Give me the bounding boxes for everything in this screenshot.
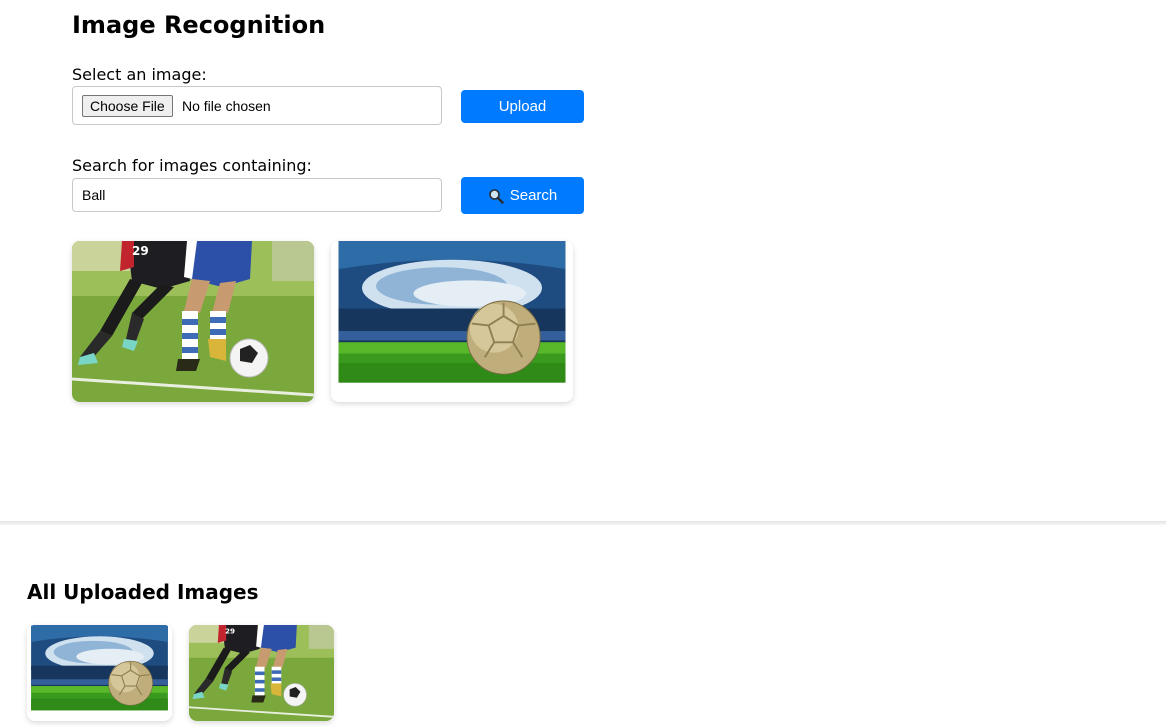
- search-input[interactable]: [72, 178, 442, 212]
- file-input[interactable]: Choose File No file chosen: [72, 86, 442, 125]
- magnifier-icon: [488, 188, 504, 204]
- choose-file-button[interactable]: Choose File: [82, 95, 173, 117]
- uploaded-image-thumbnail[interactable]: [189, 625, 334, 721]
- soccer-players-image: [189, 625, 334, 721]
- uploaded-image-thumbnail[interactable]: [27, 625, 172, 721]
- file-status-text: No file chosen: [182, 98, 271, 114]
- search-label: Search for images containing:: [72, 156, 312, 175]
- upload-button[interactable]: Upload: [461, 90, 584, 123]
- page-title: Image Recognition: [72, 11, 326, 39]
- search-result-image[interactable]: [331, 241, 573, 402]
- section-divider: [0, 521, 1166, 525]
- upload-button-label: Upload: [498, 98, 547, 115]
- soccer-stadium-image: [27, 625, 172, 716]
- search-result-image[interactable]: [72, 241, 314, 402]
- soccer-stadium-image: [331, 241, 573, 392]
- soccer-players-image: [72, 241, 314, 402]
- search-button-label: Search: [509, 187, 558, 204]
- select-image-label: Select an image:: [72, 65, 207, 84]
- all-uploaded-title: All Uploaded Images: [27, 580, 259, 604]
- search-button[interactable]: Search: [461, 177, 584, 214]
